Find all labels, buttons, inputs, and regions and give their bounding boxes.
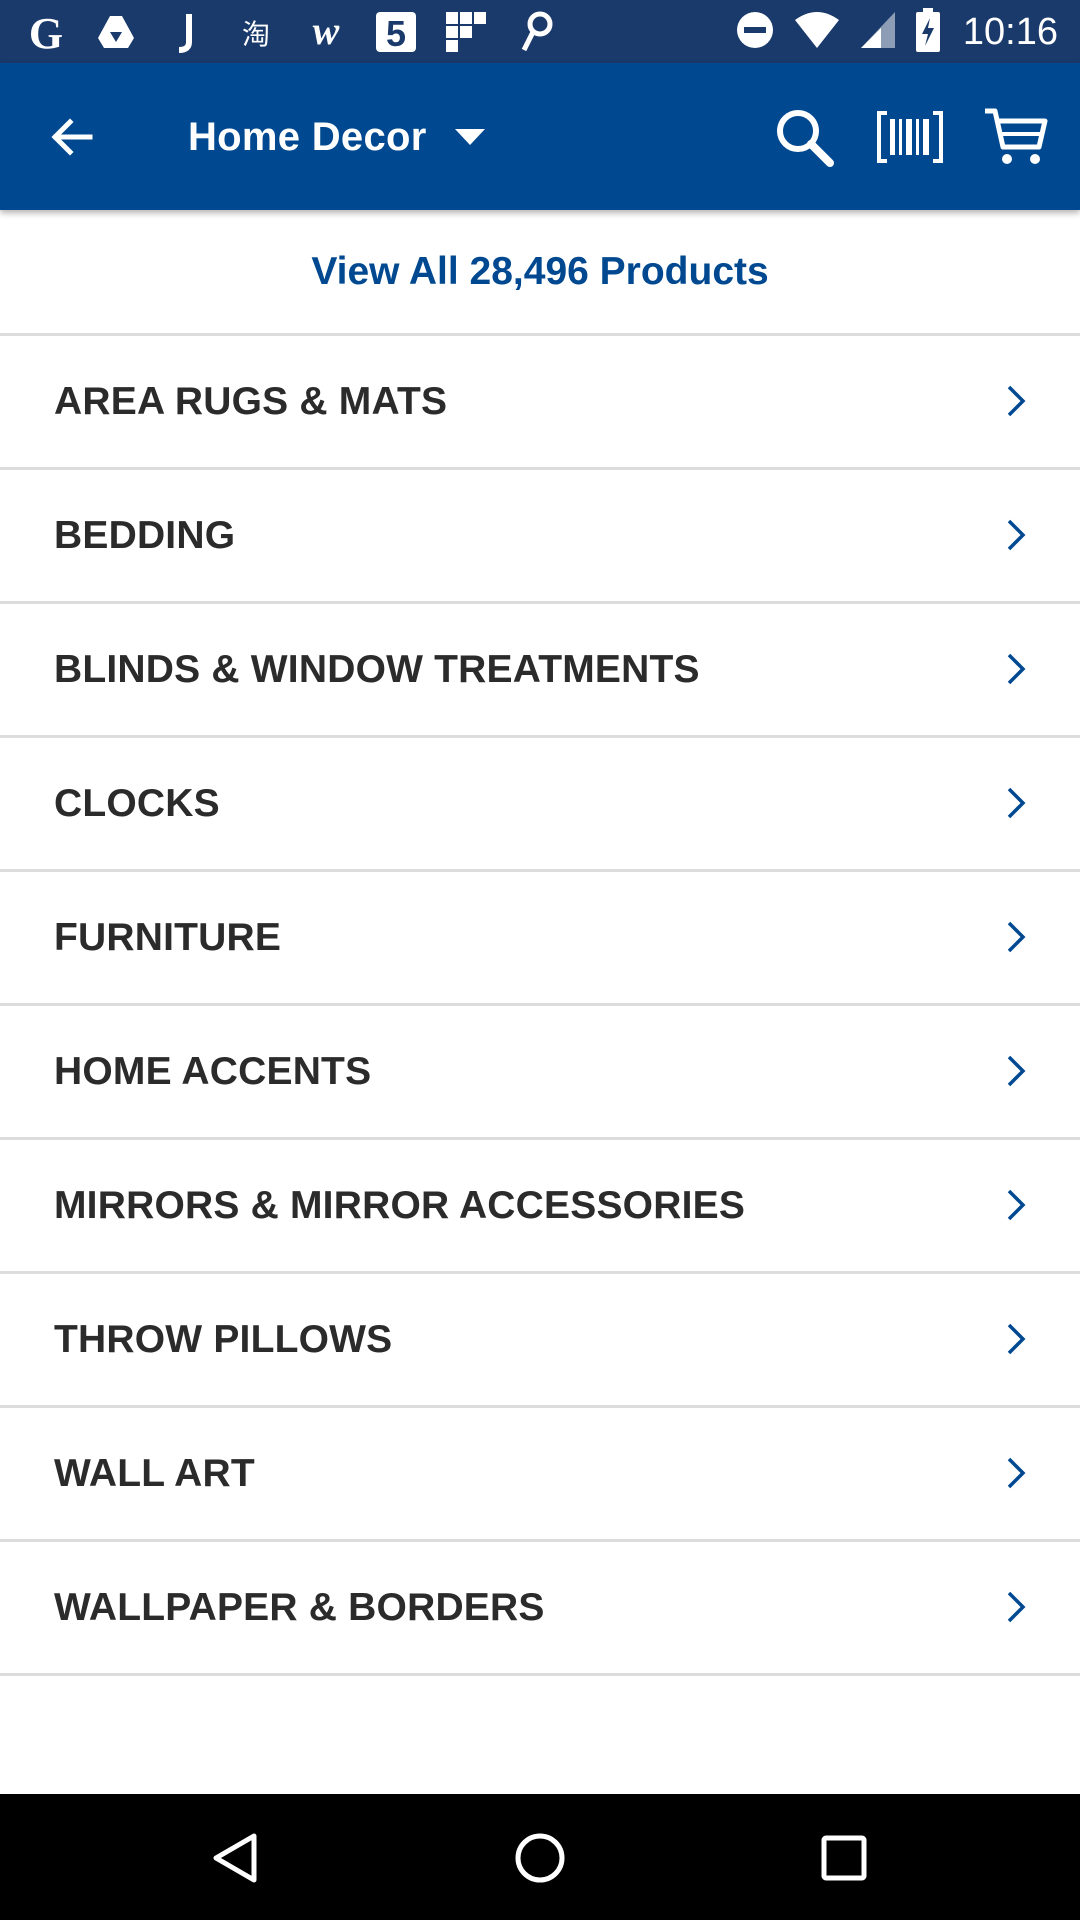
status-bar: G 淘 w 5 10:16 [0,0,1080,63]
category-label: BEDDING [54,514,236,557]
chevron-right-icon [1007,1591,1026,1623]
category-item[interactable]: THROW PILLOWS [0,1274,1080,1408]
search-icon [777,110,834,167]
svg-text:5: 5 [386,13,406,54]
category-item[interactable]: AREA RUGS & MATS [0,336,1080,470]
category-label: MIRRORS & MIRROR ACCESSORIES [54,1184,746,1227]
category-label: HOME ACCENTS [54,1050,372,1093]
google-icon: G [22,8,70,56]
cart-button[interactable] [978,99,1054,175]
nav-recents-icon [821,1835,867,1881]
chevron-right-icon [1007,1055,1026,1087]
battery-charging-icon [915,7,941,57]
category-item[interactable]: BEDDING [0,470,1080,604]
back-button[interactable] [36,101,108,173]
app-bar: Home Decor [0,63,1080,210]
cart-icon [985,108,1048,164]
category-item[interactable]: BLINDS & WINDOW TREATMENTS [0,604,1080,738]
nav-back-button[interactable] [200,1822,272,1894]
nav-home-button[interactable] [504,1822,576,1894]
category-label: FURNITURE [54,916,282,959]
category-item[interactable]: HOME ACCENTS [0,1006,1080,1140]
taobao-icon: 淘 [232,8,280,56]
notification-icons: G 淘 w 5 [22,6,560,58]
search-button[interactable] [766,99,842,175]
category-label: AREA RUGS & MATS [54,380,448,423]
barcode-scanner-icon [877,111,943,163]
category-list: AREA RUGS & MATS BEDDING BLINDS & WINDOW… [0,336,1080,1676]
page-title: Home Decor [188,114,427,159]
category-item[interactable]: WALL ART [0,1408,1080,1542]
navigation-bar [0,1794,1080,1920]
category-label: BLINDS & WINDOW TREATMENTS [54,648,700,691]
w-app-icon: w [302,8,350,56]
system-icons: 10:16 [735,6,1058,58]
dropdown-caret-icon [454,129,485,145]
chevron-right-icon [1007,1457,1026,1489]
back-arrow-icon [51,118,93,156]
category-label: WALL ART [54,1452,255,1495]
category-dropdown[interactable]: Home Decor [188,101,487,173]
category-item[interactable]: WALLPAPER & BORDERS [0,1542,1080,1676]
chevron-right-icon [1007,1323,1026,1355]
chevron-right-icon [1007,385,1026,417]
drive-icon [92,8,140,56]
grid-app-icon [442,8,490,56]
category-label: THROW PILLOWS [54,1318,393,1361]
pinterest-icon [512,8,560,56]
chevron-right-icon [1007,653,1026,685]
category-item[interactable]: FURNITURE [0,872,1080,1006]
do-not-disturb-icon [735,10,775,55]
five-app-icon: 5 [372,8,420,56]
category-label: WALLPAPER & BORDERS [54,1586,545,1629]
category-item[interactable]: MIRRORS & MIRROR ACCESSORIES [0,1140,1080,1274]
chevron-right-icon [1007,787,1026,819]
view-all-products-link[interactable]: View All 28,496 Products [0,210,1080,336]
category-item[interactable]: CLOCKS [0,738,1080,872]
svg-text:G: G [29,10,63,54]
nav-recents-button[interactable] [808,1822,880,1894]
svg-text:w: w [313,12,340,52]
chevron-right-icon [1007,1189,1026,1221]
j-app-icon [162,8,210,56]
chevron-right-icon [1007,519,1026,551]
svg-text:淘: 淘 [242,18,270,51]
barcode-scanner-button[interactable] [872,99,948,175]
wifi-icon [793,10,841,55]
category-label: CLOCKS [54,782,220,825]
nav-back-icon [213,1833,257,1883]
nav-home-icon [515,1833,565,1883]
status-time: 10:16 [962,10,1058,53]
chevron-right-icon [1007,921,1026,953]
cell-signal-icon [859,10,897,55]
